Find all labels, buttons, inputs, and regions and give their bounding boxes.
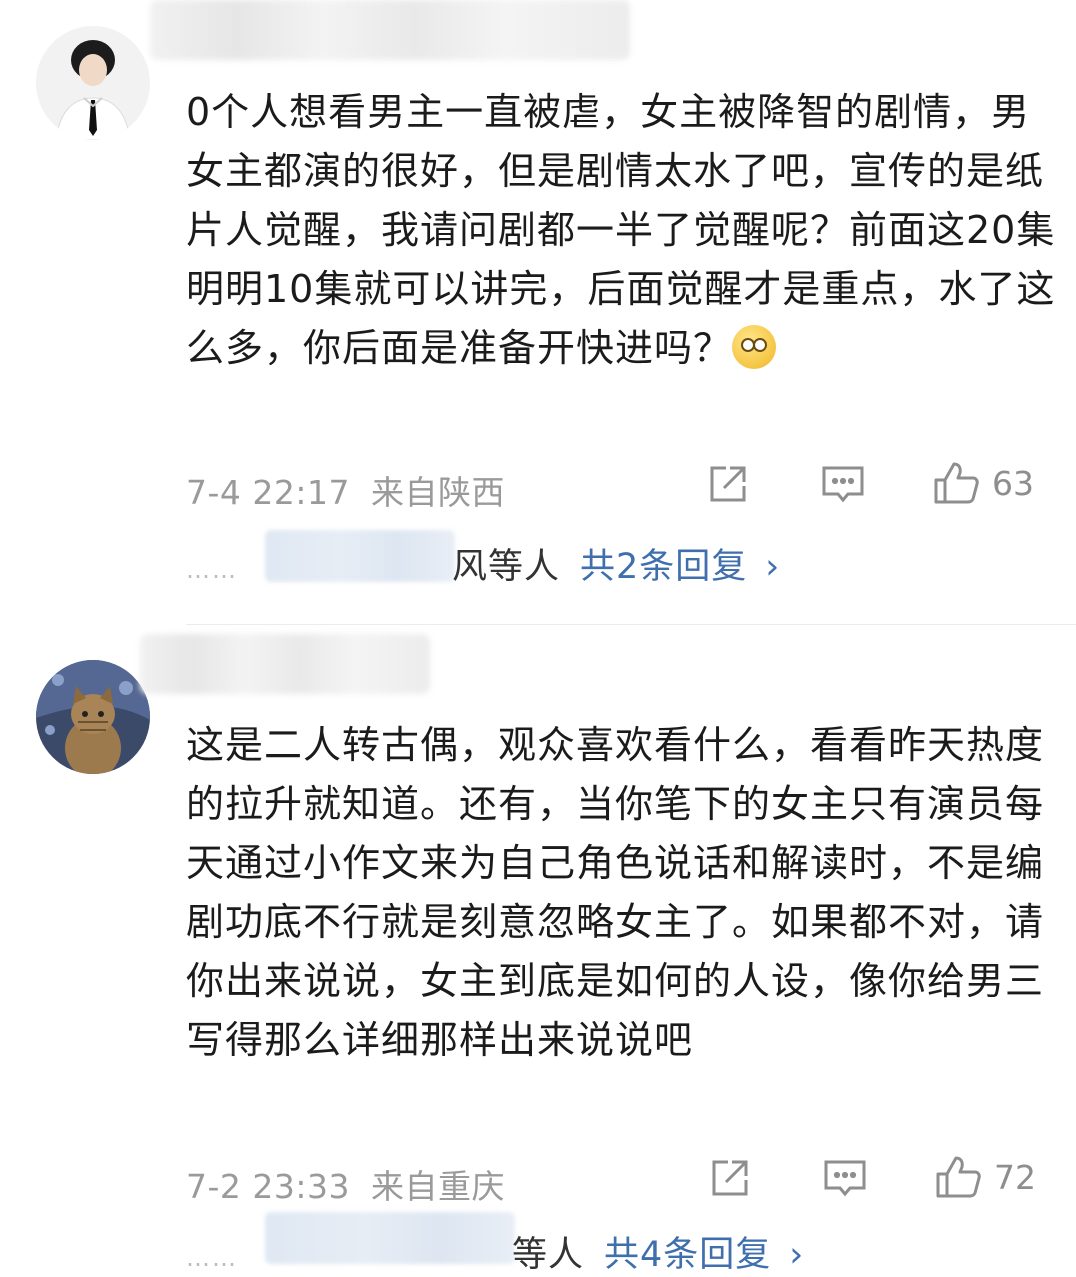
view-replies-link[interactable]: 共2条回复	[580, 547, 747, 587]
share-icon	[706, 462, 750, 506]
dots-icon: ……	[186, 1244, 238, 1272]
thumb-up-icon	[934, 1154, 982, 1200]
comment-location: 来自重庆	[371, 1167, 505, 1206]
share-button[interactable]	[706, 462, 750, 506]
comment-meta: 7-2 23:33 来自重庆	[186, 1160, 505, 1208]
share-icon	[708, 1156, 752, 1200]
view-replies-link[interactable]: 共4条回复	[604, 1235, 771, 1275]
rolling-eyes-emoji-icon	[732, 325, 777, 369]
comment-1: 0个人想看男主一直被虐，女主被降智的剧情，男女主都演的很好，但是剧情太水了吧，宣…	[0, 0, 1076, 620]
reply-users-tail: 等人	[512, 1235, 585, 1275]
like-button[interactable]: 72	[934, 1154, 1036, 1200]
comment-button[interactable]	[822, 1156, 868, 1200]
comment-icon	[822, 1156, 868, 1200]
user-avatar[interactable]	[36, 26, 150, 140]
comment-time: 7-2 23:33	[186, 1167, 350, 1206]
like-count: 63	[992, 463, 1034, 503]
comment-2: 这是二人转古偶，观众喜欢看什么，看看昨天热度的拉升就知道。还有，当你笔下的女主只…	[0, 630, 1076, 1275]
like-button[interactable]: 63	[932, 460, 1034, 506]
comment-meta: 7-4 22:17 来自陕西	[186, 466, 505, 514]
comment-location: 来自陕西	[371, 473, 505, 512]
user-avatar[interactable]	[36, 660, 150, 774]
divider	[186, 624, 1076, 625]
comment-text: 0个人想看男主一直被虐，女主被降智的剧情，男女主都演的很好，但是剧情太水了吧，宣…	[186, 90, 1056, 370]
share-button[interactable]	[708, 1156, 752, 1200]
comment-icon	[820, 462, 866, 506]
comment-text: 这是二人转古偶，观众喜欢看什么，看看昨天热度的拉升就知道。还有，当你笔下的女主只…	[186, 723, 1045, 1062]
chevron-right-icon: ›	[765, 547, 781, 587]
like-count: 72	[994, 1157, 1036, 1197]
dots-icon: ……	[186, 556, 238, 584]
blurred-username[interactable]	[150, 0, 630, 60]
comment-button[interactable]	[820, 462, 866, 506]
reply-users-tail: 风等人	[452, 547, 561, 587]
thumb-up-icon	[932, 460, 980, 506]
chevron-right-icon: ›	[789, 1235, 805, 1275]
comment-time: 7-4 22:17	[186, 473, 350, 512]
reply-summary[interactable]: …… 等人 共4条回复 ›	[186, 1226, 804, 1277]
blurred-username[interactable]	[140, 634, 430, 694]
reply-summary[interactable]: …… 风等人 共2条回复 ›	[186, 538, 780, 589]
